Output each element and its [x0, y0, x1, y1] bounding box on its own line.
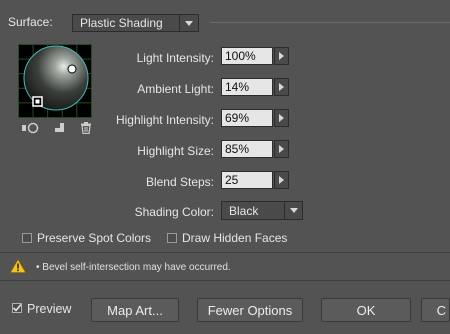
ambient-light-label: Ambient Light:: [137, 82, 214, 96]
surface-value: Plastic Shading: [80, 16, 163, 30]
shading-color-dropdown[interactable]: Black: [221, 201, 303, 220]
highlight-intensity-slider-button[interactable]: [274, 109, 289, 127]
chevron-down-icon: [284, 202, 302, 219]
light-intensity-field[interactable]: 100%: [221, 47, 273, 65]
preserve-spot-colors-label: Preserve Spot Colors: [37, 231, 152, 245]
chevron-right-icon: [279, 176, 284, 184]
warning-text: • Bevel self-intersection may have occur…: [36, 262, 231, 273]
draw-hidden-faces-label: Draw Hidden Faces: [182, 231, 288, 245]
highlight-size-label: Highlight Size:: [137, 144, 214, 158]
chevron-right-icon: [279, 52, 284, 60]
surface-label: Surface:: [8, 15, 53, 29]
preview-checkbox[interactable]: [12, 303, 22, 313]
light-intensity-label: Light Intensity:: [136, 51, 214, 65]
cancel-button[interactable]: C: [421, 298, 450, 322]
chevron-right-icon: [279, 83, 284, 91]
highlight-intensity-field[interactable]: 69%: [221, 109, 273, 127]
preview-label: Preview: [27, 302, 72, 316]
surface-dropdown[interactable]: Plastic Shading: [72, 14, 199, 32]
shading-color-label: Shading Color:: [134, 205, 214, 219]
chevron-right-icon: [279, 145, 284, 153]
divider: [0, 280, 450, 281]
divider: [0, 252, 450, 253]
fewer-options-button[interactable]: Fewer Options: [197, 298, 303, 322]
ambient-light-field[interactable]: 14%: [221, 78, 273, 96]
blend-steps-slider-button[interactable]: [274, 171, 289, 189]
chevron-right-icon: [279, 114, 284, 122]
warning-icon: [9, 258, 27, 276]
preserve-spot-colors-checkbox[interactable]: [22, 233, 32, 243]
light-handle: [67, 64, 77, 74]
checkmark-icon: [12, 303, 22, 312]
group-divider: [210, 22, 450, 23]
ok-button[interactable]: OK: [321, 298, 411, 322]
blend-steps-field[interactable]: 25: [221, 171, 273, 189]
highlight-intensity-label: Highlight Intensity:: [115, 113, 214, 127]
shading-color-value: Black: [229, 204, 259, 218]
highlight-size-field[interactable]: 85%: [221, 140, 273, 158]
blend-steps-label: Blend Steps:: [145, 175, 214, 189]
draw-hidden-faces-checkbox[interactable]: [167, 233, 177, 243]
light-intensity-slider-button[interactable]: [274, 47, 289, 65]
ambient-light-slider-button[interactable]: [274, 78, 289, 96]
map-art-button[interactable]: Map Art...: [91, 298, 179, 322]
highlight-size-slider-button[interactable]: [274, 140, 289, 158]
chevron-down-icon: [179, 15, 198, 31]
